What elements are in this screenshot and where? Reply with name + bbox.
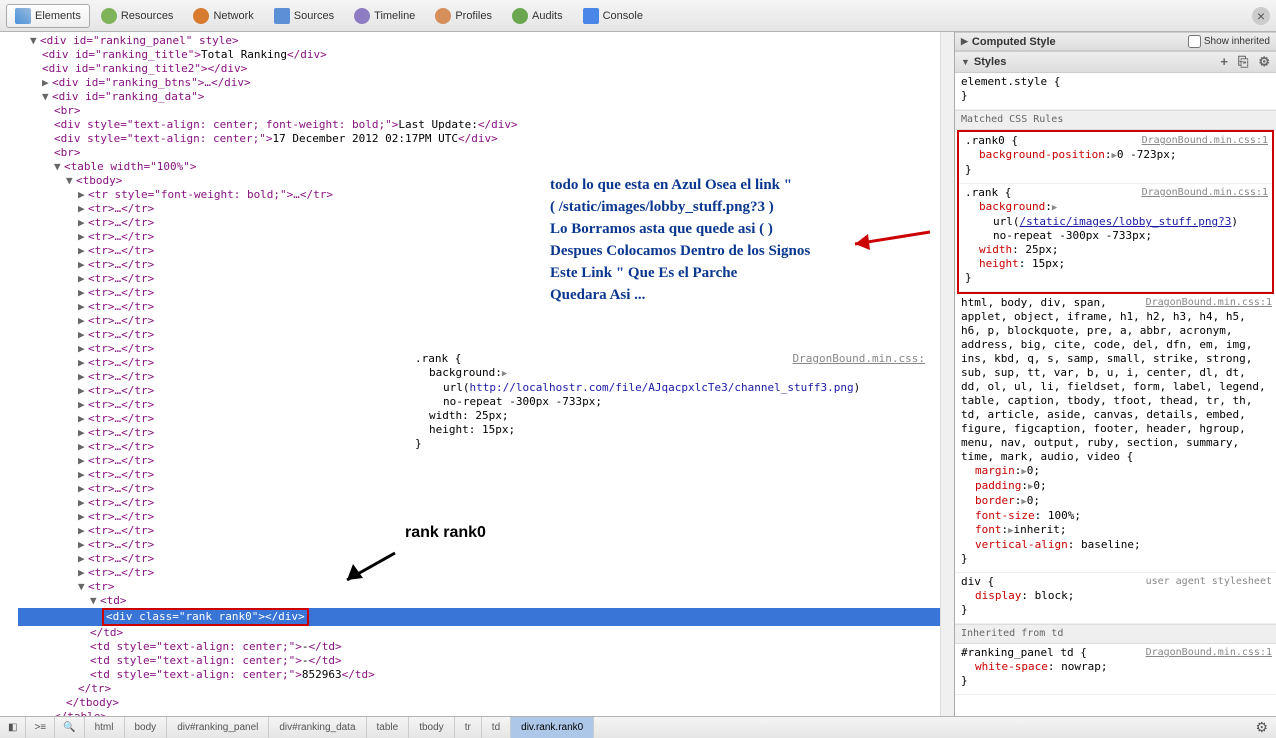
tab-elements[interactable]: Elements <box>6 4 90 28</box>
tab-timeline[interactable]: Timeline <box>345 4 424 28</box>
breadcrumbs: html body div#ranking_panel div#ranking_… <box>85 717 595 738</box>
rank-rule[interactable]: DragonBound.min.css:1 .rank { background… <box>959 184 1272 292</box>
matched-rules-header: Matched CSS Rules <box>955 110 1276 130</box>
crumb-tbody[interactable]: tbody <box>409 717 454 738</box>
audits-icon <box>512 8 528 24</box>
dom-tree-panel[interactable]: ▼<div id="ranking_panel" style> <div id=… <box>0 32 940 716</box>
rank0-rule[interactable]: DragonBound.min.css:1 .rank0 { backgroun… <box>959 132 1272 184</box>
inherited-header: Inherited from td <box>955 624 1276 644</box>
crumb-ranking-data[interactable]: div#ranking_data <box>269 717 366 738</box>
resources-icon <box>101 8 117 24</box>
tab-resources[interactable]: Resources <box>92 4 183 28</box>
crumb-tr[interactable]: tr <box>455 717 482 738</box>
selected-dom-node[interactable]: <div class="rank rank0"></div> <box>18 608 940 626</box>
styles-header[interactable]: ▼Styles +⎘⚙ <box>955 51 1276 73</box>
timeline-icon <box>354 8 370 24</box>
profiles-icon <box>435 8 451 24</box>
tab-network[interactable]: Network <box>184 4 262 28</box>
tab-profiles[interactable]: Profiles <box>426 4 501 28</box>
arrow-black-icon <box>335 548 405 588</box>
crumb-td[interactable]: td <box>482 717 511 738</box>
bottom-bar: ◧ >≡ 🔍 html body div#ranking_panel div#r… <box>0 716 1276 738</box>
sources-icon <box>274 8 290 24</box>
styles-panel: ▶Computed Style Show inherited ▼Styles +… <box>954 32 1276 716</box>
example-css-box: .rank {DragonBound.min.css: background:▶… <box>415 352 925 451</box>
crumb-html[interactable]: html <box>85 717 125 738</box>
tab-sources[interactable]: Sources <box>265 4 343 28</box>
crumb-ranking-panel[interactable]: div#ranking_panel <box>167 717 269 738</box>
devtools-toolbar: Elements Resources Network Sources Timel… <box>0 0 1276 32</box>
scrollbar[interactable] <box>940 32 954 716</box>
dock-button[interactable]: ◧ <box>0 717 26 738</box>
tab-console[interactable]: Console <box>574 4 652 28</box>
crumb-div-rank[interactable]: div.rank.rank0 <box>511 717 594 738</box>
crumb-table[interactable]: table <box>367 717 410 738</box>
show-inherited-checkbox[interactable]: Show inherited <box>1188 35 1270 48</box>
add-rule-icon[interactable]: + <box>1220 54 1228 70</box>
settings-gear-icon[interactable]: ⚙ <box>1247 719 1276 736</box>
tab-audits[interactable]: Audits <box>503 4 572 28</box>
toggle-state-icon[interactable]: ⎘ <box>1238 54 1248 70</box>
close-button[interactable]: × <box>1252 7 1270 25</box>
arrow-red-icon <box>835 222 935 262</box>
console-icon <box>583 8 599 24</box>
div-rule[interactable]: user agent stylesheet div { display: blo… <box>955 573 1276 624</box>
inspect-button[interactable]: 🔍 <box>55 717 84 738</box>
computed-style-header[interactable]: ▶Computed Style Show inherited <box>955 32 1276 51</box>
element-style-rule[interactable]: element.style { } <box>955 73 1276 110</box>
elements-icon <box>15 8 31 24</box>
console-toggle[interactable]: >≡ <box>26 717 55 738</box>
ranking-td-rule[interactable]: DragonBound.min.css:1 #ranking_panel td … <box>955 644 1276 695</box>
reset-rule[interactable]: DragonBound.min.css:1 html, body, div, s… <box>955 294 1276 573</box>
crumb-body[interactable]: body <box>125 717 168 738</box>
network-icon <box>193 8 209 24</box>
gear-icon[interactable]: ⚙ <box>1258 54 1270 70</box>
